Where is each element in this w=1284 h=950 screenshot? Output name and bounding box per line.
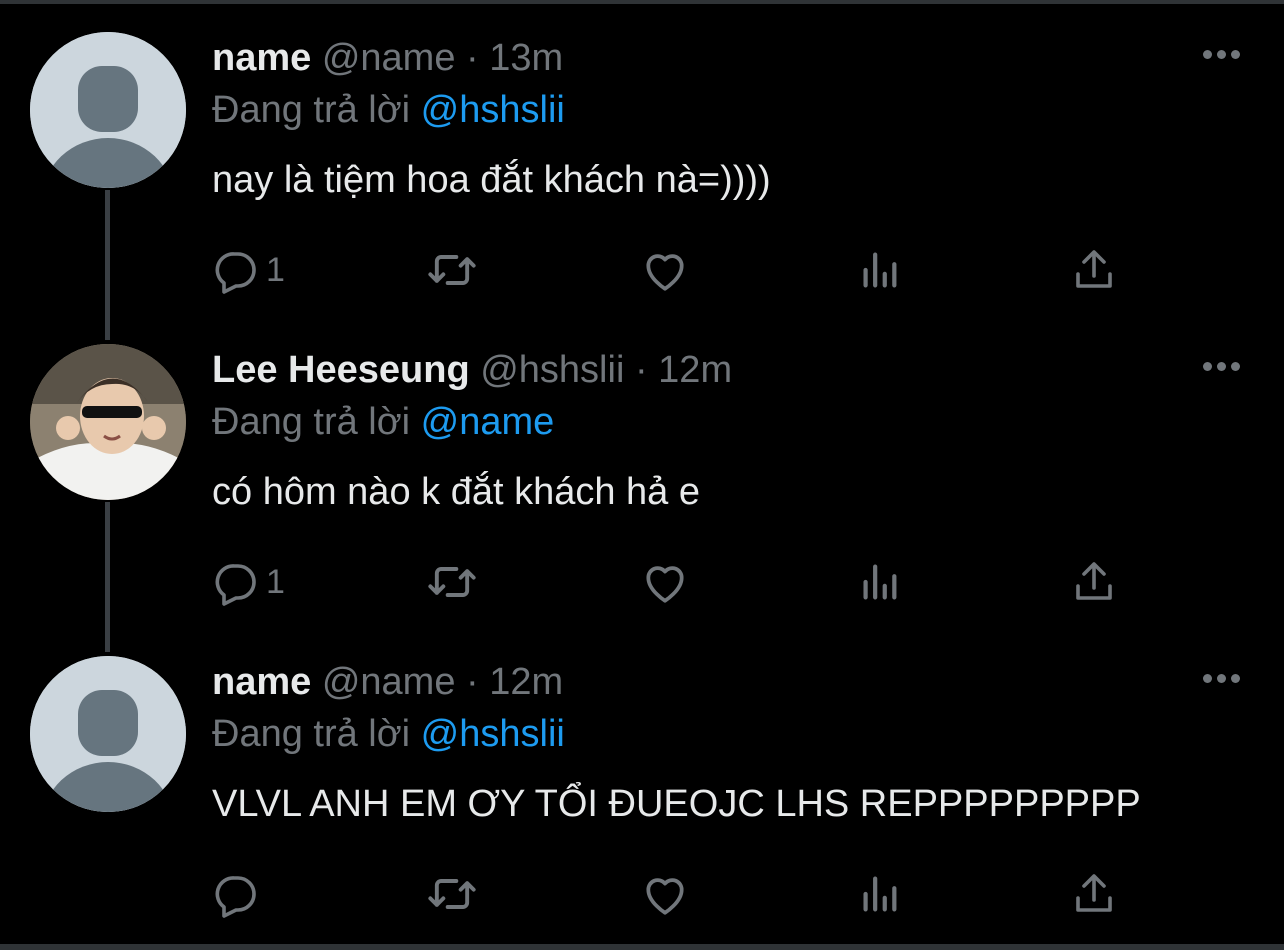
more-icon[interactable] — [1203, 674, 1240, 683]
tweet[interactable]: name @name · 13m Đang trả lời @hshslii n… — [0, 0, 1284, 312]
share-button[interactable] — [1070, 868, 1118, 920]
tweet-header: Lee Heeseung @hshslii · 12m — [212, 348, 1244, 392]
share-icon — [1076, 562, 1112, 600]
tweet-text: VLVL ANH EM ƠY TỔI ĐUEOJC LHS REPPPPPPPP… — [212, 783, 1141, 825]
reply-prefix: Đang trả lời — [212, 713, 411, 755]
retweet-button[interactable] — [426, 556, 478, 608]
reply-icon — [215, 252, 256, 294]
reply-button[interactable]: 1 — [212, 244, 285, 296]
user-handle[interactable]: @hshslii — [480, 349, 624, 391]
display-name[interactable]: name — [212, 37, 311, 79]
more-icon[interactable] — [1203, 50, 1240, 59]
analytics-icon — [863, 564, 897, 600]
reply-button[interactable] — [212, 868, 266, 920]
retweet-button[interactable] — [426, 244, 478, 296]
replying-to: Đang trả lời @hshslii — [212, 88, 1244, 132]
analytics-icon — [863, 252, 897, 288]
like-icon — [646, 566, 684, 603]
tweet-actions — [212, 868, 1132, 920]
default-avatar-icon — [30, 656, 186, 812]
reply-prefix: Đang trả lời — [212, 89, 411, 131]
like-button[interactable] — [640, 556, 690, 608]
like-icon — [646, 254, 684, 291]
like-button[interactable] — [640, 244, 690, 296]
reply-button[interactable]: 1 — [212, 556, 285, 608]
tweet-text: nay là tiệm hoa đắt khách nà=)))) — [212, 159, 771, 201]
avatar[interactable] — [30, 656, 186, 812]
separator-dot: · — [634, 349, 648, 391]
like-icon — [646, 878, 684, 915]
like-button[interactable] — [640, 868, 690, 920]
photo-avatar-icon — [30, 344, 186, 500]
default-avatar-icon — [30, 32, 186, 188]
reply-mention-link[interactable]: @hshslii — [421, 89, 565, 131]
tweet-header: name @name · 12m — [212, 660, 1244, 704]
replying-to: Đang trả lời @hshslii — [212, 712, 1244, 756]
avatar[interactable] — [30, 32, 186, 188]
tweet-header: name @name · 13m — [212, 36, 1244, 80]
share-button[interactable] — [1070, 556, 1118, 608]
display-name[interactable]: Lee Heeseung — [212, 349, 470, 391]
retweet-icon — [428, 255, 476, 285]
user-handle[interactable]: @name — [322, 661, 456, 703]
share-icon — [1076, 250, 1112, 288]
retweet-button[interactable] — [426, 868, 478, 920]
tweet[interactable]: Lee Heeseung @hshslii · 12m Đang trả lời… — [0, 312, 1284, 624]
retweet-icon — [428, 567, 476, 597]
analytics-button[interactable] — [856, 244, 902, 296]
tweet-text: có hôm nào k đắt khách hả e — [212, 471, 700, 513]
share-button[interactable] — [1070, 244, 1118, 296]
reply-mention-link[interactable]: @name — [421, 401, 555, 443]
share-icon — [1076, 874, 1112, 912]
timestamp[interactable]: 12m — [489, 661, 563, 703]
separator-dot: · — [466, 37, 479, 79]
tweet-actions: 1 — [212, 556, 1132, 608]
more-icon[interactable] — [1203, 362, 1240, 371]
reply-icon — [215, 876, 256, 918]
replying-to: Đang trả lời @name — [212, 400, 1244, 444]
reply-mention-link[interactable]: @hshslii — [421, 713, 565, 755]
reply-count: 1 — [266, 250, 285, 289]
separator-dot: · — [466, 661, 479, 703]
tweet-actions: 1 — [212, 244, 1132, 296]
reply-icon — [215, 564, 256, 606]
reply-prefix: Đang trả lời — [212, 401, 411, 443]
retweet-icon — [428, 879, 476, 909]
bottom-divider — [0, 944, 1284, 950]
analytics-button[interactable] — [856, 556, 902, 608]
timestamp[interactable]: 13m — [489, 37, 563, 79]
avatar[interactable] — [30, 344, 186, 500]
analytics-icon — [863, 876, 897, 912]
display-name[interactable]: name — [212, 661, 311, 703]
reply-count: 1 — [266, 562, 285, 601]
analytics-button[interactable] — [856, 868, 902, 920]
tweet[interactable]: name @name · 12m Đang trả lời @hshslii V… — [0, 624, 1284, 936]
timestamp[interactable]: 12m — [658, 349, 732, 391]
user-handle[interactable]: @name — [322, 37, 456, 79]
